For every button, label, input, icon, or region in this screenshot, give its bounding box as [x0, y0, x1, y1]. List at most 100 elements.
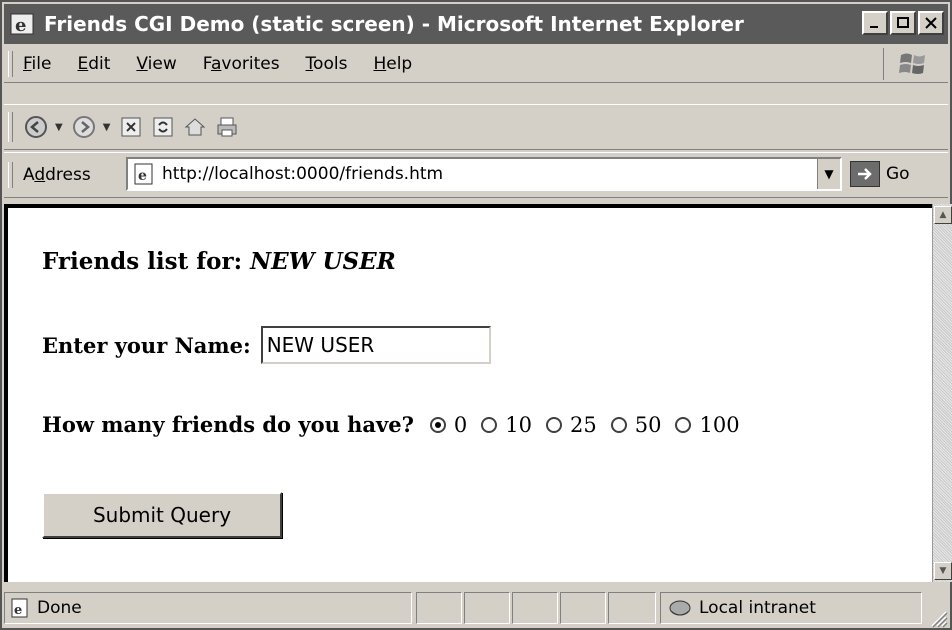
- zone-text: Local intranet: [699, 598, 816, 618]
- name-row: Enter your Name:: [42, 326, 491, 364]
- address-input[interactable]: e http://localhost:0000/friends.htm ▼: [126, 157, 842, 191]
- radio-button[interactable]: [429, 416, 446, 433]
- radio-selected-dot: [434, 421, 441, 428]
- page-heading: Friends list for: NEW USER: [42, 248, 396, 275]
- status-pane: [560, 592, 606, 624]
- maximize-button[interactable]: [890, 11, 916, 35]
- home-icon: [185, 118, 206, 136]
- radio-label: 25: [570, 412, 597, 437]
- back-icon: [25, 116, 47, 138]
- resize-grip-icon[interactable]: [926, 606, 948, 628]
- menu-file[interactable]: File: [23, 54, 51, 74]
- status-pane: [464, 592, 510, 624]
- menu-help-accel: H: [373, 54, 387, 74]
- close-button[interactable]: [918, 11, 944, 35]
- radio-label: 0: [453, 412, 468, 437]
- address-label-accel: d: [34, 165, 46, 185]
- menu-edit-accel: E: [77, 54, 89, 74]
- scroll-up-button[interactable]: ▲: [934, 206, 952, 224]
- status-pane: [608, 592, 656, 624]
- heading-user: NEW USER: [250, 248, 396, 275]
- back-button[interactable]: [23, 114, 49, 140]
- forward-button[interactable]: [71, 114, 97, 140]
- radio-button[interactable]: [481, 416, 498, 433]
- heading-prefix: Friends list for:: [42, 248, 251, 275]
- friends-radio-group: 0 10 25 50 100: [429, 412, 754, 437]
- back-dropdown-icon[interactable]: ▼: [55, 122, 63, 133]
- friends-option-10[interactable]: 10: [481, 413, 532, 437]
- menu-favorites-label: vorites: [221, 54, 280, 74]
- address-grip: [8, 162, 13, 188]
- name-label: Enter your Name:: [42, 332, 251, 358]
- title-bar: e Friends CGI Demo (static screen) - Mic…: [4, 4, 948, 44]
- menu-view-accel: V: [136, 54, 148, 74]
- page-icon: e: [134, 163, 153, 185]
- radio-button[interactable]: [675, 416, 692, 433]
- standard-toolbar: ▼ ▼: [4, 104, 948, 150]
- go-button[interactable]: Go: [850, 161, 910, 187]
- scroll-down-icon: ▼: [939, 566, 947, 576]
- home-button[interactable]: [182, 114, 208, 140]
- menu-tools-label: ools: [313, 54, 348, 74]
- menu-view-label: iew: [147, 54, 177, 74]
- stop-button[interactable]: [118, 114, 144, 140]
- forward-dropdown-icon[interactable]: ▼: [103, 122, 111, 133]
- friends-option-25[interactable]: 25: [546, 413, 597, 437]
- go-arrow-icon: [850, 161, 880, 187]
- security-zone-pane: Local intranet: [660, 592, 922, 624]
- address-url: http://localhost:0000/friends.htm: [162, 164, 444, 184]
- svg-text:e: e: [138, 168, 147, 184]
- status-main-pane: e Done: [4, 592, 412, 624]
- browser-window: e Friends CGI Demo (static screen) - Mic…: [0, 0, 952, 630]
- radio-label: 50: [634, 412, 662, 437]
- go-label: Go: [886, 164, 910, 184]
- friends-option-100[interactable]: 100: [675, 412, 740, 437]
- maximize-icon: [897, 17, 909, 28]
- menu-help[interactable]: Help: [373, 54, 412, 74]
- friends-label: How many friends do you have?: [42, 412, 414, 437]
- close-icon: [925, 17, 937, 29]
- window-title: Friends CGI Demo (static screen) - Micro…: [44, 12, 744, 36]
- toolbar-grip: [8, 112, 13, 142]
- minimize-icon: [870, 26, 878, 28]
- menu-favorites-pre: F: [202, 54, 211, 74]
- menu-grip: [8, 51, 13, 77]
- status-text: Done: [37, 598, 82, 618]
- address-dropdown-button[interactable]: ▼: [817, 159, 840, 189]
- friends-option-50[interactable]: 50: [610, 412, 662, 437]
- menu-favorites-accel: a: [210, 54, 222, 74]
- menu-bar: File Edit View Favorites Tools Help: [4, 46, 948, 83]
- submit-query-button[interactable]: Submit Query: [42, 492, 282, 538]
- radio-label: 100: [699, 412, 740, 437]
- intranet-icon: [669, 600, 691, 616]
- radio-label: 10: [505, 412, 533, 437]
- scroll-down-button[interactable]: ▼: [934, 562, 952, 580]
- svg-text:e: e: [14, 603, 22, 618]
- scroll-up-icon: ▲: [939, 210, 947, 220]
- menu-view[interactable]: View: [136, 54, 176, 74]
- name-input[interactable]: [260, 326, 491, 364]
- address-bar: Address e http://localhost:0000/friends.…: [4, 152, 948, 198]
- menu-tools[interactable]: Tools: [306, 54, 348, 74]
- window-controls: [862, 11, 944, 35]
- menu-edit-label: dit: [88, 54, 111, 74]
- svg-text:e: e: [15, 15, 26, 36]
- minimize-button[interactable]: [862, 11, 888, 35]
- vertical-scrollbar[interactable]: ▲ ▼: [932, 204, 952, 582]
- menu-favorites[interactable]: Favorites: [203, 54, 280, 74]
- friends-option-0[interactable]: 0: [429, 412, 468, 437]
- menu-file-accel: F: [23, 54, 32, 74]
- print-button[interactable]: [214, 114, 240, 140]
- windows-flag-icon: [899, 53, 925, 74]
- status-bar: e Done Local intranet: [4, 588, 948, 628]
- print-icon: [217, 117, 237, 137]
- radio-button[interactable]: [546, 416, 563, 433]
- forward-icon: [72, 116, 95, 138]
- menu-edit[interactable]: Edit: [77, 54, 110, 74]
- radio-button[interactable]: [610, 416, 627, 433]
- chevron-down-icon: ▼: [824, 167, 834, 181]
- windows-logo-box: [883, 48, 942, 80]
- ie-logo-icon: e: [10, 13, 34, 36]
- refresh-button[interactable]: [150, 114, 176, 140]
- status-pane: [416, 592, 462, 624]
